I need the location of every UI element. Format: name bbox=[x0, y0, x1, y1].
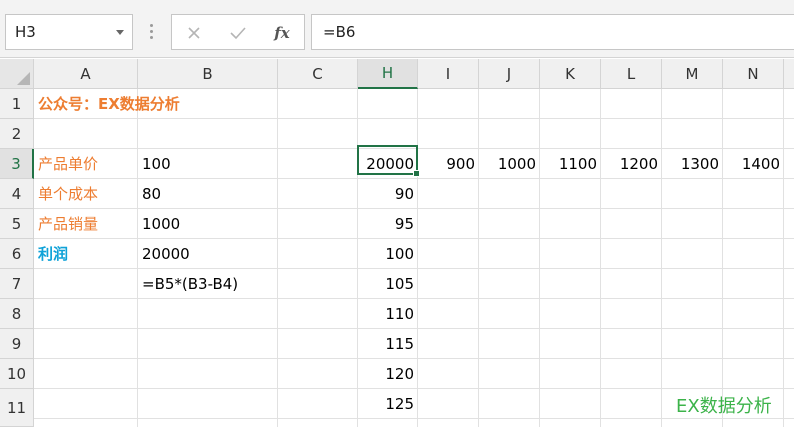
row-header-8[interactable]: 8 bbox=[0, 299, 34, 329]
name-box[interactable]: H3 bbox=[5, 14, 133, 50]
cell-a1[interactable]: 公众号：EX数据分析 bbox=[34, 89, 334, 119]
cell-h8[interactable]: 110 bbox=[358, 299, 418, 329]
fill-handle[interactable] bbox=[413, 170, 420, 177]
cell-h6[interactable]: 100 bbox=[358, 239, 418, 269]
formula-bar-resize-handle[interactable] bbox=[146, 24, 158, 40]
row-header-6[interactable]: 6 bbox=[0, 239, 34, 269]
formula-text: =B6 bbox=[323, 23, 356, 41]
cell-h7[interactable]: 105 bbox=[358, 269, 418, 299]
watermark: EX数据分析 bbox=[676, 396, 772, 417]
select-all-corner[interactable] bbox=[0, 59, 34, 89]
cell-b3[interactable]: 100 bbox=[138, 149, 278, 179]
cell-m3[interactable]: 1300 bbox=[662, 149, 723, 179]
cell-j3[interactable]: 1000 bbox=[479, 149, 540, 179]
cell-n3[interactable]: 1400 bbox=[723, 149, 784, 179]
active-cell-outline bbox=[357, 145, 418, 175]
row-header-5[interactable]: 5 bbox=[0, 209, 34, 239]
column-header-c[interactable]: C bbox=[278, 59, 358, 89]
row-header-3[interactable]: 3 bbox=[0, 149, 34, 179]
cell-b4[interactable]: 80 bbox=[138, 179, 278, 209]
row-header-9[interactable]: 9 bbox=[0, 329, 34, 359]
fx-icon[interactable]: fx bbox=[270, 21, 294, 45]
formula-tools: fx bbox=[171, 14, 305, 50]
column-header-i[interactable]: I bbox=[418, 59, 479, 89]
cancel-icon[interactable] bbox=[182, 21, 206, 45]
column-header-m[interactable]: M bbox=[662, 59, 723, 89]
name-box-value: H3 bbox=[15, 23, 36, 41]
column-header-a[interactable]: A bbox=[34, 59, 138, 89]
cell-a3[interactable]: 产品单价 bbox=[34, 149, 138, 179]
cell-l3[interactable]: 1200 bbox=[601, 149, 662, 179]
column-header-n[interactable]: N bbox=[723, 59, 784, 89]
column-header-k[interactable]: K bbox=[540, 59, 601, 89]
column-header-o[interactable] bbox=[784, 59, 794, 89]
formula-input[interactable]: =B6 bbox=[311, 14, 794, 50]
row-header-7[interactable]: 7 bbox=[0, 269, 34, 299]
cell-i3[interactable]: 900 bbox=[418, 149, 479, 179]
row-header-4[interactable]: 4 bbox=[0, 179, 34, 209]
cell-a5[interactable]: 产品销量 bbox=[34, 209, 138, 239]
cell-a6[interactable]: 利润 bbox=[34, 239, 138, 269]
row-header-11[interactable]: 11 bbox=[0, 389, 34, 427]
cell-h5[interactable]: 95 bbox=[358, 209, 418, 239]
column-header-l[interactable]: L bbox=[601, 59, 662, 89]
row-header-1[interactable]: 1 bbox=[0, 89, 34, 119]
cell-h4[interactable]: 90 bbox=[358, 179, 418, 209]
cell-h10[interactable]: 120 bbox=[358, 359, 418, 389]
row-header-10[interactable]: 10 bbox=[0, 359, 34, 389]
formula-bar: H3 fx =B6 bbox=[0, 0, 794, 58]
column-header-j[interactable]: J bbox=[479, 59, 540, 89]
cell-b5[interactable]: 1000 bbox=[138, 209, 278, 239]
cell-b6[interactable]: 20000 bbox=[138, 239, 278, 269]
cell-h11[interactable]: 125 bbox=[358, 389, 418, 419]
row-header-2[interactable]: 2 bbox=[0, 119, 34, 149]
cell-h9[interactable]: 115 bbox=[358, 329, 418, 359]
cell-b7[interactable]: =B5*(B3-B4) bbox=[138, 269, 278, 299]
column-header-h[interactable]: H bbox=[358, 59, 418, 89]
chevron-down-icon[interactable] bbox=[116, 30, 124, 35]
enter-icon[interactable] bbox=[226, 21, 250, 45]
cell-k3[interactable]: 1100 bbox=[540, 149, 601, 179]
column-header-b[interactable]: B bbox=[138, 59, 278, 89]
cell-a4[interactable]: 单个成本 bbox=[34, 179, 138, 209]
